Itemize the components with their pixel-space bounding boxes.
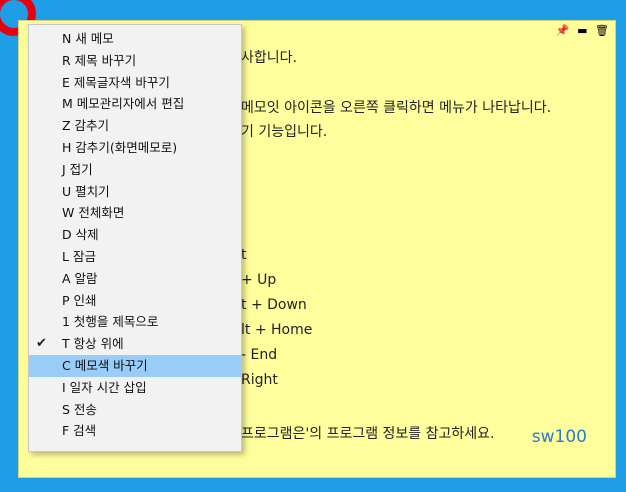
menu-item-label: N 새 메모: [62, 31, 114, 46]
memo-line: 프로그램은'의 프로그램 정보를 참고하세요.: [241, 426, 495, 442]
memo-line: t + Down: [241, 297, 307, 313]
menu-item[interactable]: N 새 메모: [29, 28, 241, 50]
memo-signature: sw100: [531, 427, 587, 447]
menu-item[interactable]: J 접기: [29, 159, 241, 181]
memo-line: + Up: [241, 272, 277, 288]
menu-item[interactable]: U 펼치기: [29, 181, 241, 203]
menu-item-label: U 펼치기: [62, 183, 110, 199]
menu-item[interactable]: D 삭제: [29, 224, 241, 246]
menu-item-label: L 잠금: [62, 249, 96, 264]
menu-item-label: J 접기: [62, 161, 93, 177]
menu-item[interactable]: W 전체화면: [29, 202, 241, 224]
menu-item-label: Z 감추기: [62, 118, 110, 134]
menu-item[interactable]: I 일자 시간 삽입: [29, 377, 241, 399]
menu-item[interactable]: C 메모색 바꾸기: [29, 355, 241, 377]
menu-item[interactable]: R 제목 바꾸기: [29, 50, 241, 72]
menu-item-label: C 메모색 바꾸기: [62, 358, 148, 373]
menu-item[interactable]: L 잠금: [29, 246, 241, 268]
menu-item[interactable]: Z 감추기: [29, 115, 241, 137]
title-icons: 📌 ▬ 🗑: [552, 24, 609, 37]
memo-line: lt + Home: [241, 322, 313, 338]
menu-item-label: S 전송: [62, 401, 97, 417]
minimize-icon[interactable]: ▬: [577, 24, 587, 37]
menu-item-label: W 전체화면: [62, 205, 125, 221]
menu-item[interactable]: F 검색: [29, 420, 241, 442]
menu-item-label: A 알람: [62, 270, 98, 286]
menu-item[interactable]: P 인쇄: [29, 290, 241, 312]
menu-item-label: T 항상 위에: [62, 336, 124, 352]
trash-icon[interactable]: 🗑: [595, 24, 609, 37]
menu-item-label: 1 첫행을 제목으로: [62, 314, 159, 330]
memo-line: - End: [241, 347, 278, 363]
menu-item-label: H 감추기(화면메모로): [62, 140, 178, 155]
pin-icon[interactable]: 📌: [556, 24, 570, 37]
menu-item-label: D 삭제: [62, 227, 99, 243]
menu-item-label: M 메모관리자에서 편집: [62, 96, 185, 112]
menu-item-label: R 제목 바꾸기: [62, 52, 137, 68]
memo-line: Right: [241, 372, 278, 388]
memo-line: 기 기능입니다.: [241, 124, 328, 140]
menu-item[interactable]: ✔ T 항상 위에: [29, 333, 241, 355]
menu-item-label: I 일자 시간 삽입: [62, 379, 147, 395]
menu-item-label: F 검색: [62, 423, 97, 439]
menu-item[interactable]: A 알람: [29, 268, 241, 290]
menu-item[interactable]: 1 첫행을 제목으로: [29, 311, 241, 333]
menu-item[interactable]: M 메모관리자에서 편집: [29, 93, 241, 115]
menu-item[interactable]: E 제목글자색 바꾸기: [29, 72, 241, 94]
checkmark-icon: ✔: [36, 336, 47, 352]
menu-item-label: P 인쇄: [62, 292, 97, 308]
memo-line: 사합니다.: [241, 50, 297, 66]
menu-item[interactable]: H 감추기(화면메모로): [29, 137, 241, 159]
memo-line: 메모잇 아이콘을 오른쪽 클릭하면 메뉴가 나타납니다.: [241, 100, 552, 116]
menu-item[interactable]: S 전송: [29, 399, 241, 421]
context-menu: N 새 메모 R 제목 바꾸기 E 제목글자색 바꾸기 M 메모관리자에서 편집 Z 감…: [28, 24, 242, 452]
menu-item-label: E 제목글자색 바꾸기: [62, 74, 170, 90]
